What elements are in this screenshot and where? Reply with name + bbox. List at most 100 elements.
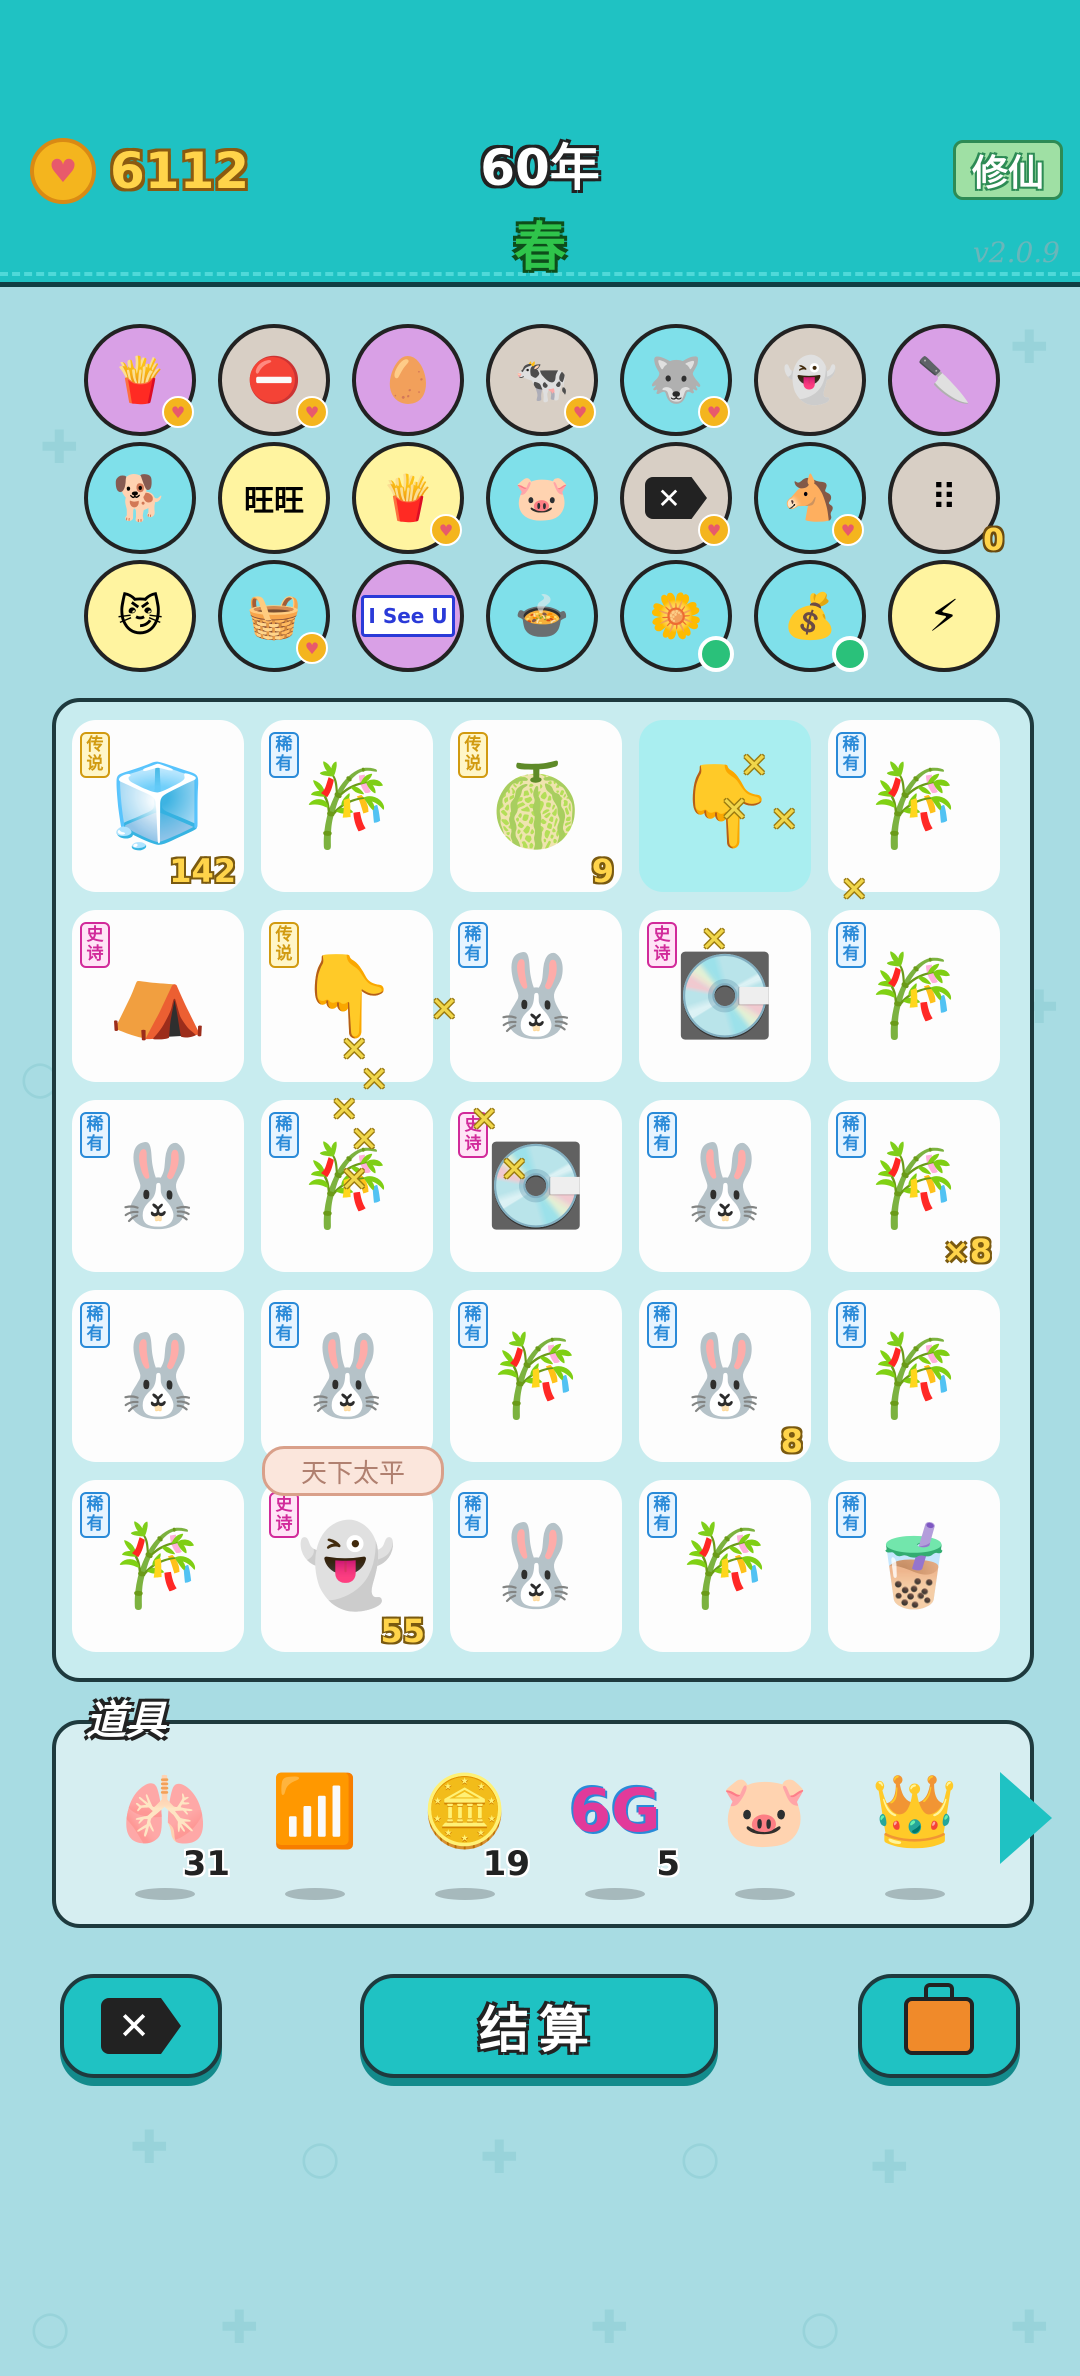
rabbit-icon: 🐰 <box>486 1519 586 1612</box>
cows-icon[interactable]: 🐴 ♥ <box>754 442 866 554</box>
item-shadow <box>585 1888 645 1900</box>
cultivate-button[interactable]: 修仙 <box>953 140 1063 200</box>
fruit-basket-icon[interactable]: 🧺 ♥ <box>218 560 330 672</box>
tile-rabbit[interactable]: 🐰 稀有 <box>72 1100 244 1272</box>
sunglasses-cat-icon[interactable]: 😼 <box>84 560 196 672</box>
tile-rabbit[interactable]: 🐰 稀有 <box>261 1290 433 1462</box>
tile-count: ×8 <box>942 1232 992 1270</box>
longan-icon: 🍈 <box>486 759 586 852</box>
item-dollar-coin[interactable]: 🪙 19 <box>410 1756 530 1900</box>
tile-rabbit[interactable]: 🐰 稀有 <box>72 1290 244 1462</box>
tile-longan[interactable]: 🍈 传说 9 <box>450 720 622 892</box>
sparkle-x-icon: ✕ <box>430 990 459 1030</box>
tile-fridge[interactable]: 🧊 传说 142 <box>72 720 244 892</box>
fries-icon[interactable]: 🍟 ♥ <box>352 442 464 554</box>
rabbit-icon: 🐰 <box>108 1329 208 1422</box>
rabbit-icon: 🐰 <box>297 1329 397 1422</box>
delete-tag-icon: ✕ <box>101 1998 181 2054</box>
backpack-button[interactable] <box>858 1974 1020 2078</box>
rarity-badge: 稀有 <box>80 1112 110 1158</box>
tile-bamboo[interactable]: 🎋 稀有 <box>828 720 1000 892</box>
rarity-badge: 稀有 <box>836 1492 866 1538</box>
item-liver[interactable]: 🫁 31 <box>110 1756 230 1900</box>
tile-rabbit[interactable]: 🐰 稀有 <box>450 910 622 1082</box>
rarity-badge: 稀有 <box>458 922 488 968</box>
bamboo-icon: 🎋 <box>864 1329 964 1422</box>
bubble-tea-icon: 🧋 <box>864 1519 964 1612</box>
rarity-badge: 稀有 <box>80 1302 110 1348</box>
tile-bamboo[interactable]: 🎋 稀有 <box>828 910 1000 1082</box>
egg-tray-icon[interactable]: ⠿ 0 <box>888 442 1004 558</box>
tile-bamboo[interactable]: 🎋 稀有 <box>639 1480 811 1652</box>
wang-icon[interactable]: 旺旺 <box>218 442 330 554</box>
rarity-badge: 稀有 <box>836 732 866 778</box>
sparkle-x-icon: ✕ <box>470 1100 499 1140</box>
6g-icon: 6G <box>569 1776 661 1846</box>
delete-tag-icon[interactable]: ✕ ♥ <box>620 442 732 554</box>
rarity-badge: 稀有 <box>836 1112 866 1158</box>
item-quantity: 19 <box>482 1844 530 1884</box>
husky-icon[interactable]: 🐺 ♥ <box>620 324 732 436</box>
sparkle-x-icon: ✕ <box>840 870 869 910</box>
liver-icon: 🫁 <box>121 1769 209 1852</box>
item-shadow <box>885 1888 945 1900</box>
rarity-badge: 稀有 <box>80 1492 110 1538</box>
money-bag-icon[interactable]: 💰 <box>754 560 868 672</box>
tile-bamboo[interactable]: 🎋 稀有 <box>72 1480 244 1652</box>
item-wifi-frame[interactable]: 📶 <box>260 1756 370 1900</box>
cleaver-icon[interactable]: 🔪 <box>888 324 1000 436</box>
tile-bamboo[interactable]: 🎋 稀有 <box>450 1290 622 1462</box>
version-label: v2.0.9 <box>972 236 1060 269</box>
sparkle-x-icon: ✕ <box>330 1090 359 1130</box>
piggy-bank-icon[interactable]: 🐷 <box>486 442 598 554</box>
sparkle-x-icon: ✕ <box>700 920 729 960</box>
i-see-u-icon[interactable]: I See U <box>352 560 464 672</box>
item-shadow <box>435 1888 495 1900</box>
lightning-icon[interactable]: ⚡ <box>888 560 1000 672</box>
tile-rabbit[interactable]: 🐰 稀有 <box>450 1480 622 1652</box>
tile-bamboo[interactable]: 🎋 稀有 <box>261 720 433 892</box>
rabbit-icon: 🐰 <box>486 949 586 1042</box>
rarity-badge: 稀有 <box>269 732 299 778</box>
no-entry-icon[interactable]: ⛔ ♥ <box>218 324 330 436</box>
bamboo-icon: 🎋 <box>297 759 397 852</box>
rarity-badge: 稀有 <box>836 922 866 968</box>
doge-icon[interactable]: 🐕 <box>84 442 196 554</box>
duck-pot-icon[interactable]: 🍲 <box>486 560 598 672</box>
bamboo-icon: 🎋 <box>675 1519 775 1612</box>
year-label: 60年 <box>480 139 600 197</box>
fridge-icon: 🧊 <box>108 759 208 852</box>
rarity-badge: 史诗 <box>269 1492 299 1538</box>
tile-count: 142 <box>169 852 236 890</box>
tile-black-white-impermanence[interactable]: 👻 史诗 55 <box>261 1480 433 1652</box>
fries-icon[interactable]: 🍟 ♥ <box>84 324 196 436</box>
tile-count: 55 <box>380 1612 425 1650</box>
rarity-badge: 传说 <box>80 732 110 778</box>
item-crown[interactable]: 👑 <box>860 1756 970 1900</box>
rarity-badge: 稀有 <box>458 1492 488 1538</box>
remove-tile-button[interactable]: ✕ <box>60 1974 222 2078</box>
sparkle-x-icon: ✕ <box>770 800 799 840</box>
tile-bubble-tea[interactable]: 🧋 稀有 <box>828 1480 1000 1652</box>
item-quantity: 31 <box>182 1844 230 1884</box>
cows-icon[interactable]: 🐄 ♥ <box>486 324 598 436</box>
rarity-badge: 稀有 <box>647 1112 677 1158</box>
settle-button[interactable]: 结算 <box>360 1974 718 2078</box>
rarity-badge: 稀有 <box>269 1112 299 1158</box>
tile-rabbit[interactable]: 🐰 稀有 <box>639 1100 811 1272</box>
tile-rabbit[interactable]: 🐰 稀有 8 <box>639 1290 811 1462</box>
tile-rabbit-house[interactable]: ⛺ 史诗 <box>72 910 244 1082</box>
bamboo-icon: 🎋 <box>864 759 964 852</box>
item-piggy-bank[interactable]: 🐷 <box>710 1756 820 1900</box>
briefcase-icon <box>904 1983 974 2055</box>
items-next-arrow-icon[interactable] <box>1000 1772 1052 1864</box>
ghost-icon[interactable]: 👻 <box>754 324 866 436</box>
tile-bamboo[interactable]: 🎋 稀有 ×8 <box>828 1100 1000 1272</box>
sparkle-x-icon: ✕ <box>740 746 769 786</box>
flower-pot-icon[interactable]: 🌼 <box>620 560 734 672</box>
rarity-badge: 史诗 <box>80 922 110 968</box>
rarity-badge: 稀有 <box>269 1302 299 1348</box>
egg-icon[interactable]: 🥚 <box>352 324 464 436</box>
tile-bamboo[interactable]: 🎋 稀有 <box>828 1290 1000 1462</box>
item-6g[interactable]: 6G 5 <box>560 1756 680 1900</box>
